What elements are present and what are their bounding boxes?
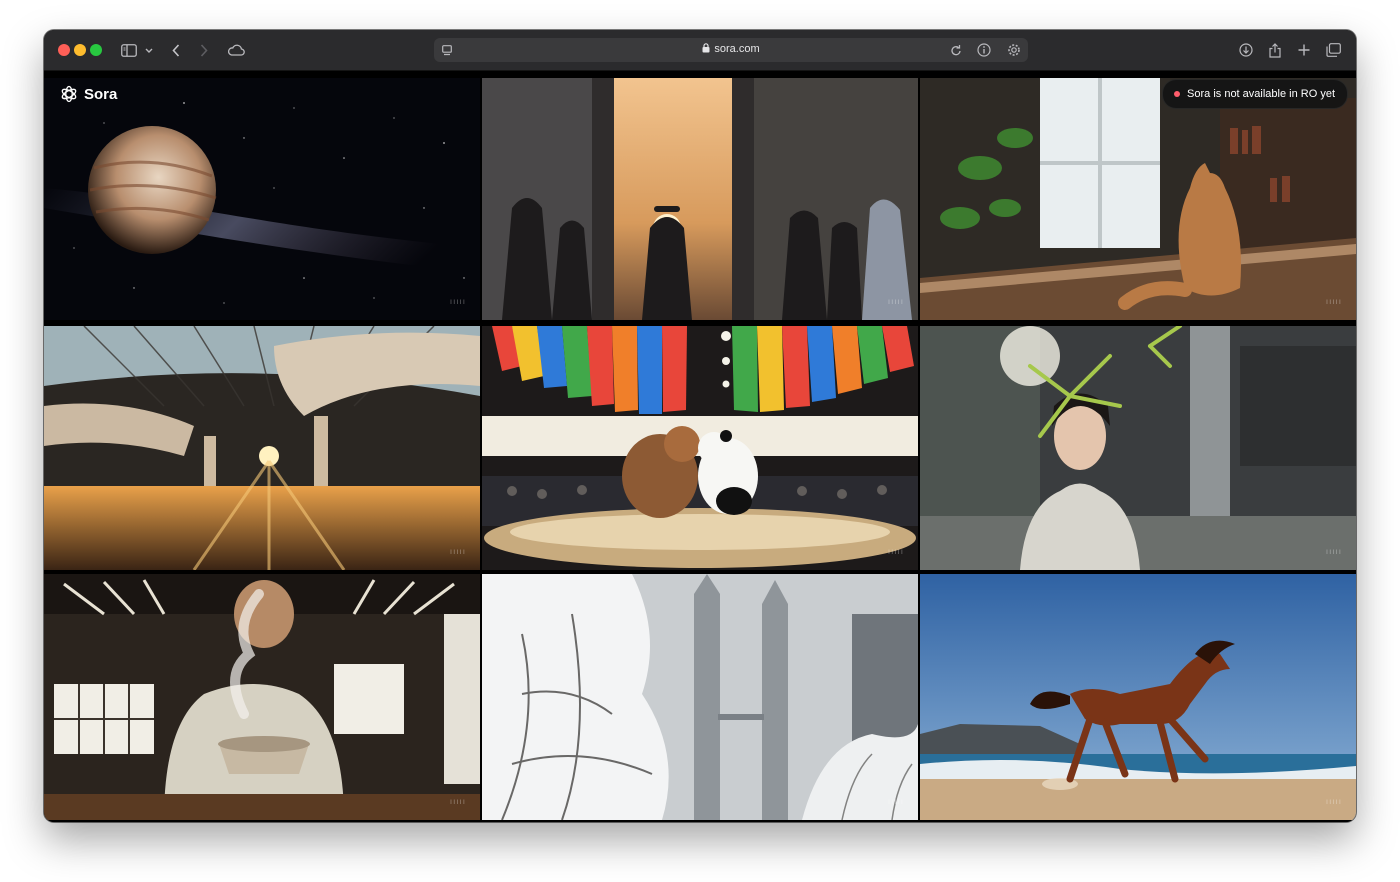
gear-icon[interactable] <box>1006 40 1022 60</box>
browser-toolbar: sora.com <box>44 30 1356 71</box>
watermark: ııııı <box>449 547 466 556</box>
sora-logo[interactable]: Sora <box>60 85 117 103</box>
watermark: ııııı <box>887 547 904 556</box>
app-name: Sora <box>84 85 118 103</box>
video-tile-cat[interactable]: ııııı <box>920 78 1356 320</box>
watermark: ııııı <box>887 797 904 806</box>
cloud-icon[interactable] <box>226 40 246 60</box>
planet-thumbnail <box>44 78 480 320</box>
courtyard-thumbnail <box>482 78 918 320</box>
video-tile-courtyard[interactable]: ııııı <box>482 78 918 320</box>
plus-icon[interactable] <box>1296 40 1312 60</box>
bamboo-thumbnail <box>920 326 1356 570</box>
cat-thumbnail <box>920 78 1356 320</box>
minimize-button[interactable] <box>74 44 86 56</box>
watermark: ııııı <box>449 797 466 806</box>
info-icon[interactable] <box>976 40 992 60</box>
video-tile-bamboo[interactable]: ııııı <box>920 326 1356 570</box>
video-tile-planet[interactable]: ııııı <box>44 78 480 320</box>
horse-thumbnail <box>920 574 1356 820</box>
atrium-thumbnail <box>44 326 480 570</box>
download-icon[interactable] <box>1238 40 1254 60</box>
watermark: ııııı <box>1325 547 1342 556</box>
video-tile-atrium[interactable]: ııııı <box>44 326 480 570</box>
watermark: ııııı <box>449 297 466 306</box>
forward-icon[interactable] <box>198 40 210 60</box>
watermark: ııııı <box>1325 797 1342 806</box>
sora-mark-icon <box>61 85 77 103</box>
availability-text: Sora is not available in RO yet <box>1187 88 1335 100</box>
lock-icon <box>702 43 710 56</box>
url-label: sora.com <box>714 43 760 55</box>
video-tile-horse[interactable]: ııııı <box>920 574 1356 820</box>
chevron-down-icon[interactable] <box>144 40 154 60</box>
watermark: ııııı <box>887 297 904 306</box>
video-tile-tea[interactable]: ııııı <box>44 574 480 820</box>
sumo-thumbnail <box>482 326 918 570</box>
url-text: sora.com <box>434 43 1028 56</box>
tabs-icon[interactable] <box>1324 40 1342 60</box>
share-icon[interactable] <box>1267 40 1283 60</box>
close-button[interactable] <box>58 44 70 56</box>
availability-notice: Sora is not available in RO yet <box>1162 79 1348 109</box>
browser-window: sora.com Sora Sora is not available in R… <box>44 30 1356 822</box>
reload-icon[interactable] <box>948 42 964 58</box>
video-tile-snow-city[interactable]: ııııı <box>482 574 918 820</box>
status-dot-icon <box>1174 91 1181 97</box>
address-bar[interactable]: sora.com <box>434 38 1028 62</box>
sidebar-icon[interactable] <box>120 40 138 60</box>
watermark: ııııı <box>1325 297 1342 306</box>
zoom-button[interactable] <box>90 44 102 56</box>
snow-city-thumbnail <box>482 574 918 820</box>
sora-gallery: Sora Sora is not available in RO yet ııı… <box>44 71 1356 822</box>
back-icon[interactable] <box>170 40 182 60</box>
video-tile-sumo[interactable]: ııııı <box>482 326 918 570</box>
tea-thumbnail <box>44 574 480 820</box>
